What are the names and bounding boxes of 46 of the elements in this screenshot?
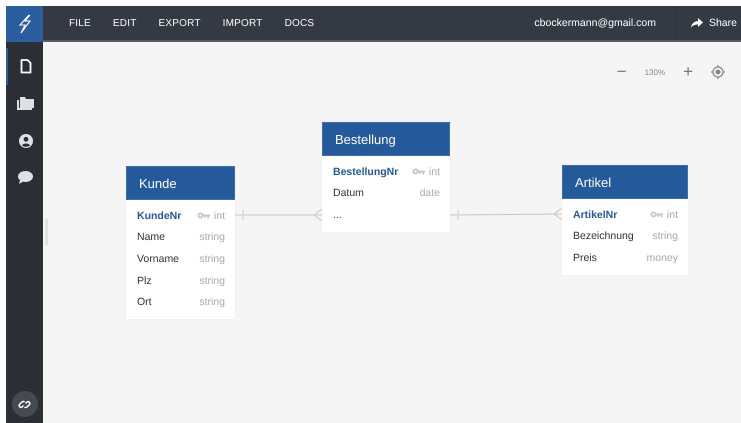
share-icon [690, 18, 703, 28]
field-name: Preis [573, 252, 598, 264]
field-type: string [199, 231, 225, 244]
target-icon[interactable] [711, 65, 725, 79]
link-button[interactable] [12, 391, 38, 417]
field-type: string [652, 230, 678, 242]
field-type: string [199, 274, 225, 287]
menu-item[interactable]: IMPORT [212, 18, 274, 28]
lightning-logo-icon[interactable] [18, 14, 32, 34]
account-email[interactable]: cbockermann@gmail.com [534, 17, 656, 29]
field-name: BestellungNr [333, 166, 400, 178]
folders-icon [17, 97, 34, 110]
field-type: int [214, 210, 225, 222]
field-name: Ort [137, 296, 153, 308]
field-type: money [646, 252, 678, 264]
chat-icon [18, 171, 33, 184]
table-title[interactable]: Bestellung [322, 122, 450, 156]
link-icon [18, 398, 31, 410]
table-title[interactable]: Kunde [126, 166, 235, 200]
field-type: date [420, 187, 440, 200]
field-type: int [666, 208, 678, 221]
key-icon [412, 168, 425, 176]
field-name: Name [137, 231, 166, 244]
share-button[interactable]: Share [676, 6, 741, 40]
zoom-level: 130% [644, 68, 666, 76]
file-icon [20, 59, 32, 74]
key-icon [196, 212, 210, 220]
zoom-in-button[interactable]: + [683, 62, 693, 82]
menu-item[interactable]: FILE [58, 18, 102, 28]
field-name: Vorname [137, 252, 180, 265]
zoom-out-button[interactable]: − [616, 62, 627, 82]
field-type: int [428, 166, 440, 178]
table-title[interactable]: Artikel [562, 165, 688, 199]
menu-item[interactable]: DOCS [274, 18, 326, 28]
user-icon [18, 134, 32, 148]
field-type: string [199, 296, 225, 308]
menu-item[interactable]: EDIT [102, 18, 148, 28]
field-name: ArtikelNr [573, 208, 618, 221]
field-name: KundeNr [137, 210, 182, 222]
key-icon [650, 211, 663, 218]
field-type: string [199, 252, 225, 265]
field-name: ... [333, 208, 343, 221]
field-name: Datum [333, 187, 365, 200]
menu-item[interactable]: EXPORT [148, 18, 212, 28]
field-name: Plz [137, 274, 153, 287]
field-name: Bezeichnung [573, 230, 635, 242]
